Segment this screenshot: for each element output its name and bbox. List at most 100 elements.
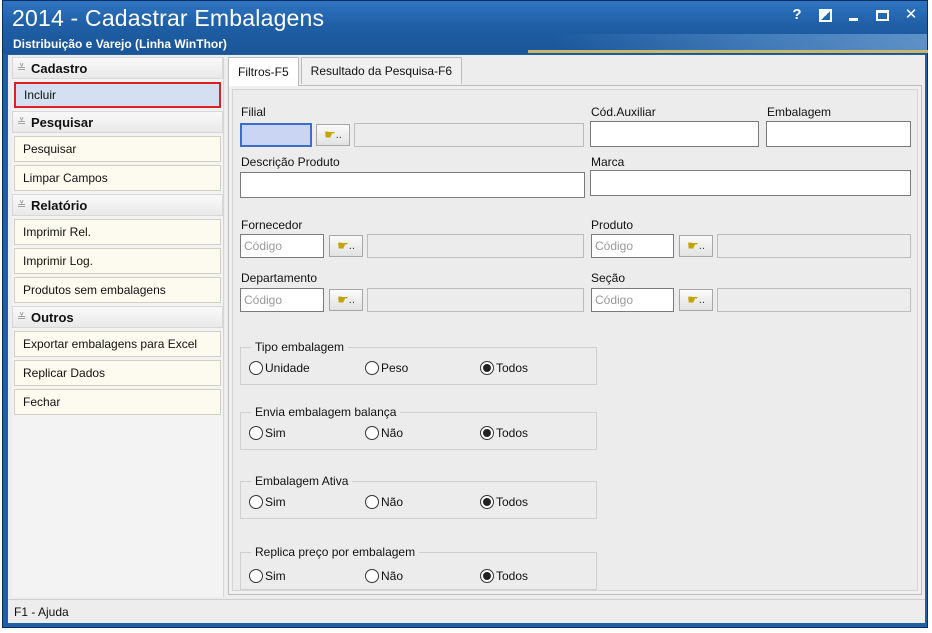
pointing-hand-icon: ☛ (337, 292, 349, 307)
title-bar-decoration (555, 34, 927, 51)
filial-input[interactable] (240, 123, 312, 147)
replica-preco-embalagem-group: Replica preço por embalagem Sim Não Todo… (240, 545, 597, 590)
radio-circle (365, 495, 379, 509)
marca-input[interactable] (590, 170, 911, 196)
title-bar-accent-line (528, 50, 928, 53)
radio-circle (249, 495, 263, 509)
radio-todos[interactable]: Todos (480, 569, 528, 583)
radio-sim[interactable]: Sim (249, 495, 286, 509)
radio-label: Não (381, 569, 404, 583)
sidebar-item-label: Incluir (24, 88, 57, 102)
radio-nao[interactable]: Não (365, 569, 403, 583)
lookup-ellipsis: .. (698, 240, 705, 252)
produto-codigo-input[interactable]: Código (591, 234, 674, 258)
produto-description (717, 234, 911, 258)
radio-label: Todos (496, 426, 529, 440)
minimize-button[interactable] (846, 7, 862, 23)
placeholder-text: Código (595, 293, 634, 307)
sidebar-item-label: Produtos sem embalagens (23, 283, 166, 297)
filters-panel: Filial ☛.. Cód.Auxiliar Embalagem Descri… (228, 85, 922, 595)
radio-sim[interactable]: Sim (249, 569, 286, 583)
placeholder-text: Código (244, 239, 283, 253)
group-header-outros[interactable]: ≚ Outros (12, 306, 223, 328)
group-header-cadastro[interactable]: ≚ Cadastro (12, 57, 223, 79)
maximize-button[interactable] (876, 10, 889, 21)
chevron-collapse-icon: ≚ (17, 311, 27, 324)
sidebar-item-imprimir-rel[interactable]: Imprimir Rel. (14, 219, 221, 245)
sidebar-item-incluir[interactable]: Incluir (14, 82, 221, 108)
radio-sim[interactable]: Sim (249, 426, 286, 440)
sidebar-item-exportar-excel[interactable]: Exportar embalagens para Excel (14, 331, 221, 357)
help-button[interactable]: ? (789, 7, 805, 23)
radio-circle (480, 569, 494, 583)
radio-circle (249, 426, 263, 440)
radio-label: Todos (496, 495, 529, 509)
radio-circle (480, 495, 494, 509)
group-legend: Tipo embalagem (251, 340, 348, 354)
radio-label: Não (381, 495, 404, 509)
group-header-relatorio[interactable]: ≚ Relatório (12, 194, 223, 216)
window-controls: ? ✕ (789, 7, 919, 23)
radio-label: Unidade (265, 361, 310, 375)
tab-resultado-pesquisa[interactable]: Resultado da Pesquisa-F6 (300, 57, 463, 84)
sidebar-item-fechar[interactable]: Fechar (14, 389, 221, 415)
produto-lookup-button[interactable]: ☛.. (679, 235, 713, 257)
radio-circle (365, 569, 379, 583)
descricao-produto-label: Descrição Produto (241, 155, 340, 169)
action-sidebar: ≚ Cadastro Incluir ≚ Pesquisar Pesquisar… (12, 57, 224, 597)
fornecedor-lookup-button[interactable]: ☛.. (329, 235, 363, 257)
fornecedor-label: Fornecedor (241, 218, 303, 232)
radio-todos[interactable]: Todos (480, 495, 528, 509)
departamento-codigo-input[interactable]: Código (240, 288, 324, 312)
radio-todos[interactable]: Todos (480, 361, 528, 375)
sidebar-item-label: Pesquisar (23, 142, 77, 156)
group-title: Cadastro (31, 60, 88, 76)
sidebar-item-pesquisar[interactable]: Pesquisar (14, 136, 221, 162)
embalagem-ativa-group: Embalagem Ativa Sim Não Todos (240, 474, 597, 519)
cod-auxiliar-input[interactable] (590, 121, 759, 147)
radio-circle (365, 426, 379, 440)
pointing-hand-icon: ☛ (324, 127, 336, 142)
group-header-pesquisar[interactable]: ≚ Pesquisar (12, 111, 223, 133)
sidebar-item-replicar-dados[interactable]: Replicar Dados (14, 360, 221, 386)
sidebar-item-label: Exportar embalagens para Excel (23, 337, 198, 351)
secao-lookup-button[interactable]: ☛.. (679, 289, 713, 311)
window-title: 2014 - Cadastrar Embalagens (12, 5, 325, 31)
departamento-lookup-button[interactable]: ☛.. (329, 289, 363, 311)
radio-label: Sim (265, 426, 286, 440)
departamento-label: Departamento (241, 271, 318, 285)
radio-nao[interactable]: Não (365, 426, 403, 440)
title-bar: 2014 - Cadastrar Embalagens Distribuição… (3, 1, 928, 54)
radio-label: Todos (496, 361, 529, 375)
radio-todos[interactable]: Todos (480, 426, 528, 440)
status-help-text: F1 - Ajuda (14, 604, 69, 619)
tipo-embalagem-group: Tipo embalagem Unidade Peso Todos (240, 340, 597, 385)
tab-filtros[interactable]: Filtros-F5 (228, 57, 299, 86)
close-button[interactable]: ✕ (903, 7, 919, 23)
status-bar: F1 - Ajuda (8, 599, 925, 623)
group-legend: Embalagem Ativa (251, 474, 353, 488)
fornecedor-codigo-input[interactable]: Código (240, 234, 324, 258)
filters-form: Filial ☛.. Cód.Auxiliar Embalagem Descri… (232, 89, 918, 591)
radio-label: Peso (381, 361, 409, 375)
sidebar-item-label: Imprimir Log. (23, 254, 94, 268)
embalagem-input[interactable] (766, 121, 911, 147)
group-legend: Replica preço por embalagem (251, 545, 420, 559)
sidebar-item-label: Replicar Dados (23, 366, 106, 380)
contrast-button[interactable] (819, 9, 832, 22)
radio-unidade[interactable]: Unidade (249, 361, 310, 375)
sidebar-item-limpar-campos[interactable]: Limpar Campos (14, 165, 221, 191)
sidebar-item-produtos-sem-embalagens[interactable]: Produtos sem embalagens (14, 277, 221, 303)
lookup-ellipsis: .. (335, 129, 342, 141)
group-legend: Envia embalagem balança (251, 405, 401, 419)
sidebar-item-imprimir-log[interactable]: Imprimir Log. (14, 248, 221, 274)
placeholder-text: Código (595, 239, 634, 253)
descricao-produto-input[interactable] (240, 172, 585, 198)
secao-codigo-input[interactable]: Código (591, 288, 674, 312)
lookup-ellipsis: .. (348, 294, 355, 306)
radio-peso[interactable]: Peso (365, 361, 408, 375)
lookup-ellipsis: .. (348, 240, 355, 252)
app-window: 2014 - Cadastrar Embalagens Distribuição… (2, 0, 928, 628)
filial-lookup-button[interactable]: ☛.. (316, 124, 350, 146)
radio-nao[interactable]: Não (365, 495, 403, 509)
